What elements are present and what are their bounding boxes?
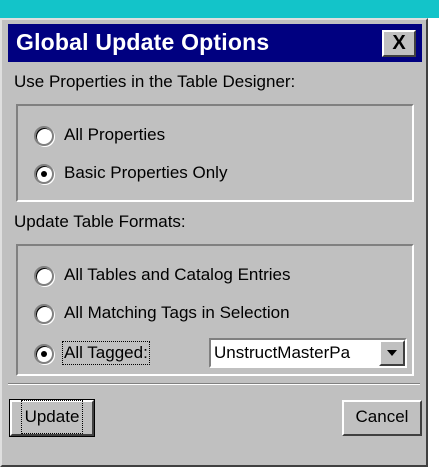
properties-group-box: All Properties Basic Properties Only <box>16 104 414 202</box>
radio-button-icon[interactable] <box>34 164 54 184</box>
update-button[interactable]: Update <box>9 399 95 437</box>
dialog-title: Global Update Options <box>16 29 270 55</box>
close-icon: X <box>392 32 406 54</box>
tag-format-select-value: UnstructMasterPa <box>214 343 351 362</box>
radio-label: All Properties <box>64 125 166 144</box>
radio-all-matching-tags[interactable]: All Matching Tags in Selection <box>34 302 394 328</box>
update-button-label: Update <box>20 400 84 434</box>
chevron-down-icon[interactable] <box>379 340 405 366</box>
radio-label: All Tagged: <box>62 341 150 365</box>
radio-label: All Matching Tags in Selection <box>64 303 290 322</box>
formats-section-label: Update Table Formats: <box>14 212 186 231</box>
background-band <box>0 0 439 18</box>
global-update-options-dialog: Global Update Options X Use Properties i… <box>0 18 428 467</box>
cancel-button-label: Cancel <box>355 407 409 426</box>
radio-button-icon[interactable] <box>34 126 54 146</box>
radio-all-tables-and-catalog[interactable]: All Tables and Catalog Entries <box>34 264 394 290</box>
radio-button-icon[interactable] <box>34 304 54 324</box>
radio-button-icon[interactable] <box>34 266 54 286</box>
properties-section-label: Use Properties in the Table Designer: <box>14 72 296 91</box>
radio-all-tagged[interactable]: All Tagged: UnstructMasterPa <box>34 338 410 368</box>
cancel-button[interactable]: Cancel <box>342 400 422 436</box>
formats-group-box: All Tables and Catalog Entries All Match… <box>16 244 414 376</box>
divider <box>8 383 420 385</box>
radio-button-icon[interactable] <box>34 344 54 364</box>
tag-format-select[interactable]: UnstructMasterPa <box>209 338 407 368</box>
radio-label: All Tables and Catalog Entries <box>64 265 291 284</box>
title-bar[interactable]: Global Update Options X <box>8 24 422 62</box>
close-button[interactable]: X <box>382 30 416 57</box>
radio-label: Basic Properties Only <box>64 163 228 182</box>
